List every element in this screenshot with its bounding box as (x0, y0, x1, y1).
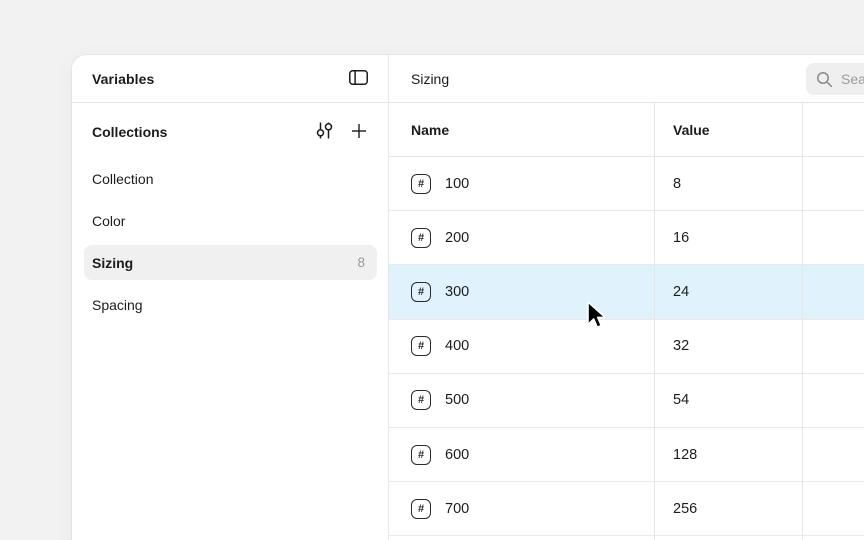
variable-value-cell[interactable]: 16 (655, 230, 803, 246)
number-variable-icon: # (411, 390, 431, 410)
variable-name: 500 (445, 392, 469, 408)
sidebar-header: Variables (72, 55, 388, 103)
main-header: Sizing (389, 55, 864, 103)
variable-name: 700 (445, 501, 469, 517)
panel-title: Variables (92, 71, 154, 87)
variable-value-cell[interactable]: 54 (655, 392, 803, 408)
variables-main: Sizing Name Value (389, 55, 864, 540)
search-box[interactable] (806, 63, 864, 95)
sidebar-collection-item[interactable]: Sizing 8 (84, 245, 377, 280)
variable-name-cell: # 300 (389, 282, 655, 302)
collection-list: Collection Color Sizing 8 Spacing (72, 161, 388, 322)
variable-row[interactable]: # 700 256 (389, 482, 864, 536)
toggle-sidebar-button[interactable] (349, 70, 368, 88)
filter-collections-button[interactable] (316, 121, 333, 143)
variable-name-cell: # 200 (389, 228, 655, 248)
sidebar: Variables Collections (72, 55, 389, 540)
search-input[interactable] (841, 71, 864, 87)
variable-row[interactable]: # 100 8 (389, 157, 864, 211)
column-header-name: Name (389, 122, 655, 138)
column-header-value: Value (655, 122, 803, 138)
variable-name-cell: # 700 (389, 499, 655, 519)
sliders-icon (316, 121, 333, 143)
collections-header: Collections (72, 111, 388, 153)
desktop-background: Variables Collections (0, 0, 864, 540)
variable-name: 200 (445, 230, 469, 246)
sidebar-collection-item[interactable]: Collection (84, 161, 377, 196)
variable-value: 128 (673, 447, 697, 463)
variable-name-cell: # 400 (389, 336, 655, 356)
variable-row[interactable]: # 500 54 (389, 374, 864, 428)
collection-label: Sizing (92, 255, 133, 271)
collection-label: Color (92, 213, 125, 229)
variable-name-cell: # 600 (389, 445, 655, 465)
collection-page-title: Sizing (411, 71, 449, 87)
variable-value: 256 (673, 501, 697, 517)
number-variable-icon: # (411, 282, 431, 302)
collection-label: Collection (92, 171, 153, 187)
table-header: Name Value (389, 103, 864, 157)
variable-value: 32 (673, 338, 689, 354)
variable-value-cell[interactable]: 256 (655, 501, 803, 517)
variable-name: 300 (445, 284, 469, 300)
variable-row[interactable]: # 300 24 (389, 265, 864, 319)
number-variable-icon: # (411, 499, 431, 519)
variable-value: 54 (673, 392, 689, 408)
variable-value: 24 (673, 284, 689, 300)
collections-actions (316, 121, 368, 143)
variable-row[interactable]: # 200 16 (389, 211, 864, 265)
variable-value: 8 (673, 176, 681, 192)
variable-rows: # 100 8 # 200 16 (389, 157, 864, 536)
variable-name-cell: # 100 (389, 174, 655, 194)
collection-label: Spacing (92, 297, 143, 313)
collection-count: 8 (357, 255, 365, 270)
variables-panel: Variables Collections (72, 55, 864, 540)
add-collection-button[interactable] (351, 123, 367, 142)
variable-name: 100 (445, 176, 469, 192)
panel-left-icon (349, 70, 368, 88)
variable-row[interactable]: # 400 32 (389, 320, 864, 374)
collections-title: Collections (92, 124, 167, 140)
variable-value-cell[interactable]: 24 (655, 284, 803, 300)
number-variable-icon: # (411, 228, 431, 248)
variable-value-cell[interactable]: 8 (655, 176, 803, 192)
variable-row[interactable]: # 600 128 (389, 428, 864, 482)
variable-value: 16 (673, 230, 689, 246)
number-variable-icon: # (411, 174, 431, 194)
sidebar-collection-item[interactable]: Color (84, 203, 377, 238)
variable-value-cell[interactable]: 32 (655, 338, 803, 354)
search-icon (816, 71, 833, 88)
variable-name-cell: # 500 (389, 390, 655, 410)
number-variable-icon: # (411, 445, 431, 465)
sidebar-collection-item[interactable]: Spacing (84, 287, 377, 322)
variable-value-cell[interactable]: 128 (655, 447, 803, 463)
variable-name: 400 (445, 338, 469, 354)
number-variable-icon: # (411, 336, 431, 356)
plus-icon (351, 123, 367, 142)
variable-name: 600 (445, 447, 469, 463)
